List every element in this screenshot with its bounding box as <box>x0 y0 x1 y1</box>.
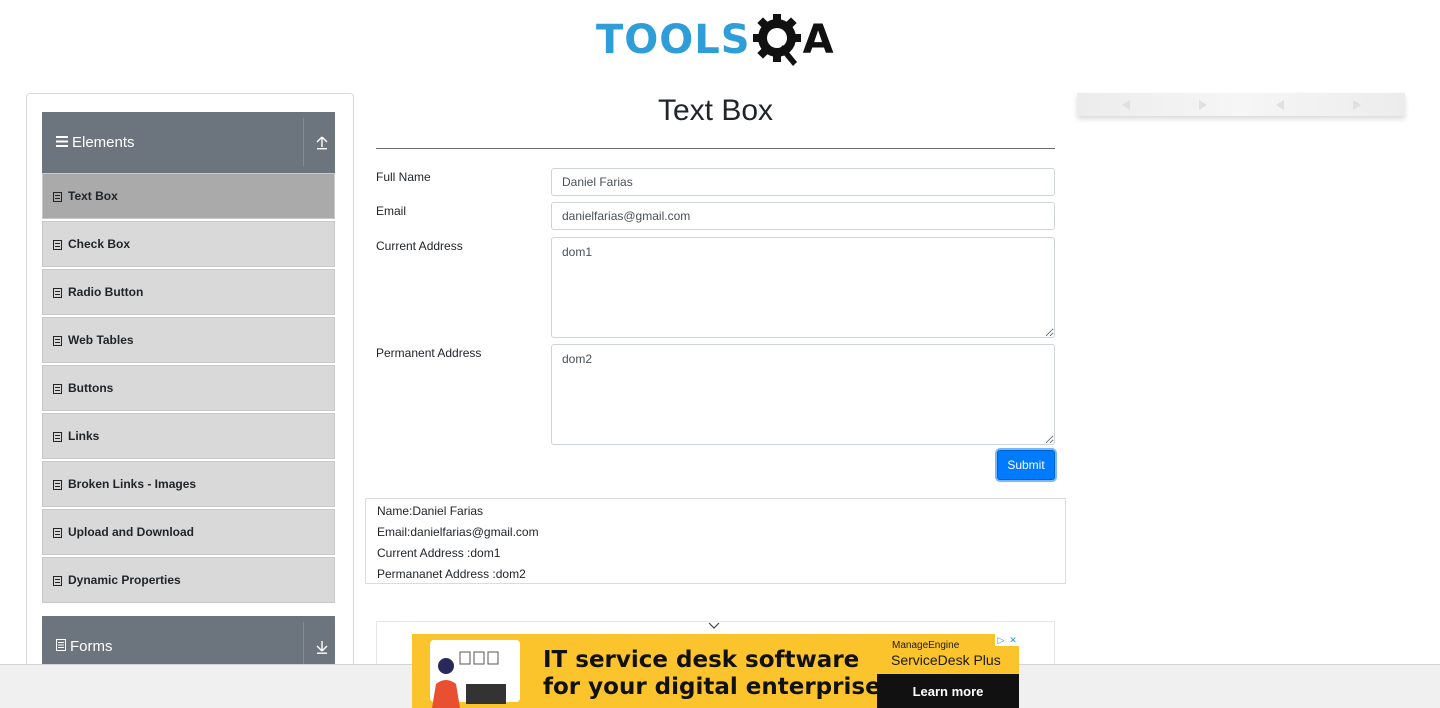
list-icon <box>53 527 62 538</box>
sidebar-item-label: Web Tables <box>68 333 134 347</box>
current-address-label: Current Address <box>376 239 463 253</box>
list-icon <box>53 335 62 346</box>
output-current-address: Current Address :dom1 <box>377 546 501 560</box>
sidebar-item-web-tables[interactable]: Web Tables <box>42 317 335 363</box>
sidebar-item-buttons[interactable]: Buttons <box>42 365 335 411</box>
sidebar-item-radio-button[interactable]: Radio Button <box>42 269 335 315</box>
ad-brand: ManageEngine <box>892 640 960 651</box>
ad-banner[interactable]: IT service desk software for your digita… <box>412 634 1019 708</box>
submit-button[interactable]: Submit <box>997 450 1055 480</box>
permanent-address-textarea[interactable]: dom2 <box>551 344 1055 445</box>
sidebar-item-dynamic-properties[interactable]: Dynamic Properties <box>42 557 335 603</box>
arrow-left-icon <box>1275 99 1284 110</box>
list-icon <box>53 431 62 442</box>
list-icon <box>53 575 62 586</box>
sidebar-group-elements[interactable]: Elements <box>42 112 335 173</box>
sidebar-item-label: Radio Button <box>68 285 144 299</box>
email-label: Email <box>376 204 407 218</box>
page: TOOLS A Elements Text Box Check Box Radi… <box>0 0 1440 708</box>
list-icon <box>53 479 62 490</box>
list-icon <box>53 239 62 250</box>
output-name: Name:Daniel Farias <box>377 504 484 518</box>
sidebar-item-label: Check Box <box>68 237 131 251</box>
output-panel: Name:Daniel Farias Email:danielfarias@gm… <box>365 498 1066 584</box>
email-input[interactable] <box>551 202 1055 230</box>
sidebar-item-broken-links[interactable]: Broken Links - Images <box>42 461 335 507</box>
divider <box>303 622 304 670</box>
ad-headline-2: for your digital enterprise <box>543 674 881 700</box>
permanent-address-label: Permanent Address <box>376 346 482 360</box>
sidebar-item-label: Dynamic Properties <box>68 573 181 587</box>
output-email: Email:danielfarias@gmail.com <box>377 525 539 539</box>
sidebar-item-links[interactable]: Links <box>42 413 335 459</box>
toolsqa-logo[interactable]: TOOLS A <box>596 12 834 68</box>
ad-product: ServiceDesk Plus <box>891 652 1001 668</box>
logo-tools-text: TOOLS <box>596 17 751 63</box>
arrow-right-icon <box>1352 99 1361 110</box>
arrow-right-icon <box>1198 99 1207 110</box>
sidebar-item-label: Upload and Download <box>68 525 194 539</box>
document-icon <box>56 638 66 656</box>
divider <box>376 148 1055 149</box>
sidebar-item-check-box[interactable]: Check Box <box>42 221 335 267</box>
sidebar-group-label: Elements <box>72 134 135 151</box>
sidebar-item-label: Broken Links - Images <box>68 477 197 491</box>
sidebar-group-label: Forms <box>70 638 113 655</box>
ad-strip <box>1077 93 1405 116</box>
sidebar-item-text-box[interactable]: Text Box <box>42 173 335 219</box>
chevron-down-icon[interactable] <box>708 619 720 631</box>
divider <box>303 118 304 166</box>
full-name-input[interactable] <box>551 168 1055 196</box>
current-address-textarea[interactable]: dom1 <box>551 237 1055 338</box>
ad-close[interactable]: ▷ ✕ <box>995 634 1019 646</box>
sidebar: Elements Text Box Check Box Radio Button… <box>26 93 354 708</box>
learn-more-button[interactable]: Learn more <box>877 674 1019 708</box>
ad-illustration-icon <box>430 640 520 708</box>
output-permanent-address: Permananet Address :dom2 <box>377 567 526 581</box>
hamburger-icon <box>56 134 68 152</box>
logo-a-text: A <box>802 17 834 63</box>
list-icon <box>53 191 62 202</box>
sidebar-item-upload-download[interactable]: Upload and Download <box>42 509 335 555</box>
sidebar-item-label: Links <box>68 429 100 443</box>
list-icon <box>53 287 62 298</box>
page-title: Text Box <box>657 94 774 127</box>
sidebar-item-label: Text Box <box>68 189 118 203</box>
ad-info-icon[interactable]: ▷ <box>995 634 1007 646</box>
list-icon <box>53 383 62 394</box>
arrow-up-icon[interactable] <box>314 132 330 152</box>
sidebar-menu: Text Box Check Box Radio Button Web Tabl… <box>42 173 335 605</box>
ad-headline-1: IT service desk software <box>543 647 860 673</box>
arrow-left-icon <box>1121 99 1130 110</box>
sidebar-item-label: Buttons <box>68 381 114 395</box>
close-icon[interactable]: ✕ <box>1007 634 1019 646</box>
arrow-down-icon[interactable] <box>314 636 330 656</box>
full-name-label: Full Name <box>376 170 431 184</box>
logo-gear-q-icon <box>752 12 805 68</box>
